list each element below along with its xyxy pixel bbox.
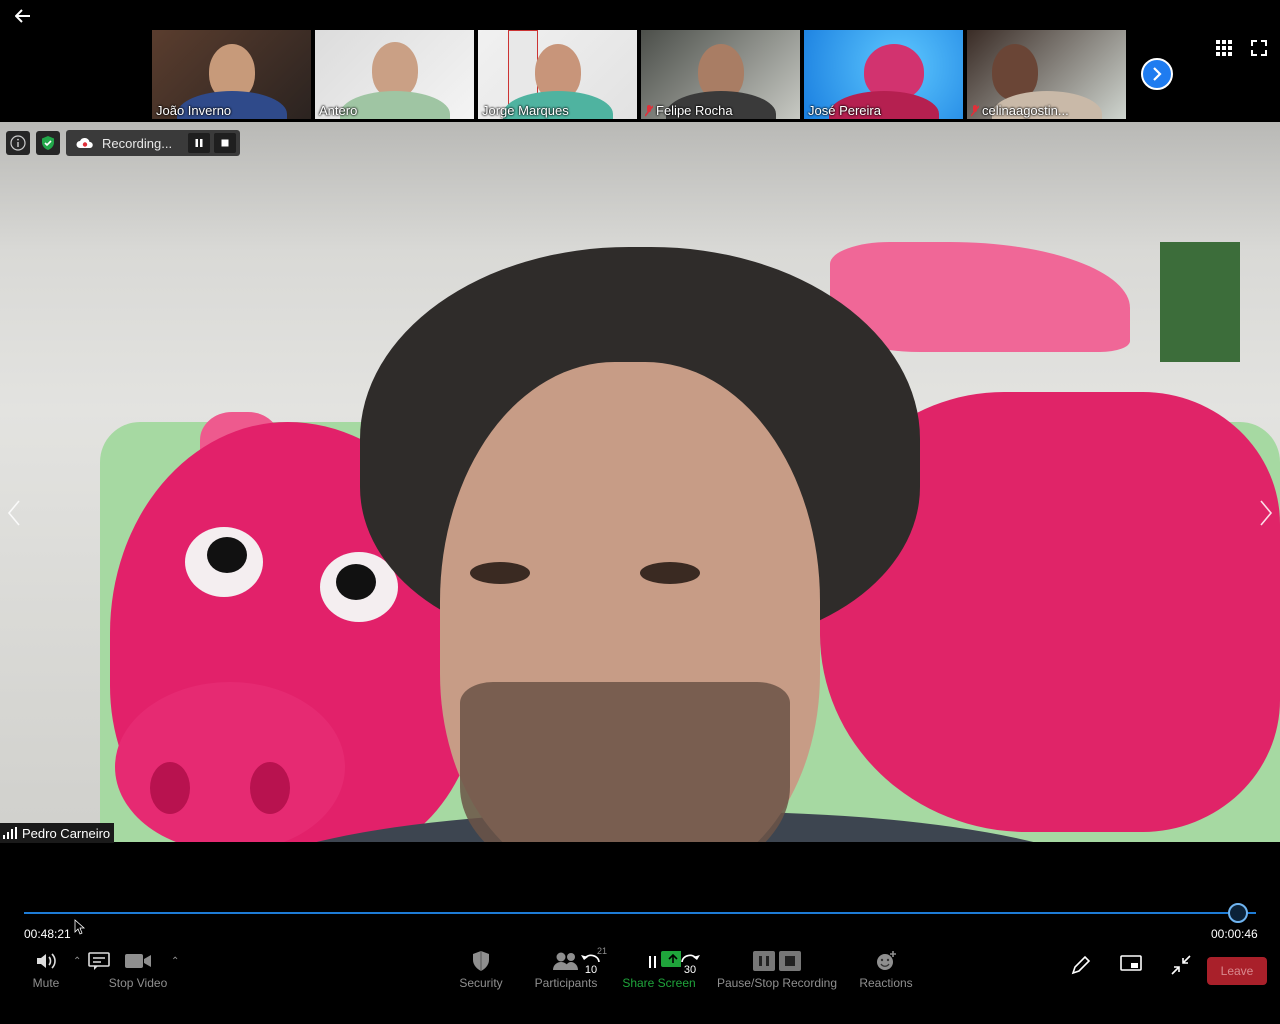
chevron-right-icon [1260, 500, 1273, 526]
reaction-emoji-icon [877, 951, 896, 970]
mouse-cursor-icon [74, 919, 86, 935]
recording-label: Recording... [102, 135, 173, 151]
playback-timeline[interactable] [24, 912, 1256, 914]
stop-video-label: Stop Video [108, 976, 168, 990]
muted-mic-icon [971, 104, 979, 116]
collapse-icon [1171, 955, 1191, 975]
meeting-info-button[interactable] [6, 131, 30, 155]
forward-seconds: 30 [683, 964, 697, 976]
participants-icon [553, 952, 578, 970]
speaker-eye [640, 562, 700, 584]
pause-icon [195, 139, 203, 147]
dragon-eye [185, 527, 263, 597]
back-button[interactable] [8, 4, 38, 28]
security-shield-icon [473, 951, 489, 971]
participant-thumb[interactable]: Antero [315, 30, 474, 119]
mute-button[interactable]: Mute [28, 946, 64, 998]
video-options-caret-icon[interactable]: ⌃ [171, 956, 179, 967]
security-label: Security [459, 976, 503, 990]
fullscreen-icon[interactable] [1251, 40, 1267, 56]
arrow-left-icon [15, 9, 30, 23]
info-icon [10, 135, 26, 151]
gallery-view-icon[interactable] [1216, 40, 1232, 56]
share-screen-icon [649, 951, 681, 968]
participant-name: João Inverno [156, 103, 232, 118]
recording-status: Recording... [66, 130, 240, 156]
background-bottle [1160, 242, 1240, 362]
pause-stop-recording-label: Pause/Stop Recording [716, 976, 838, 990]
security-button[interactable]: Security [456, 946, 506, 998]
timeline-scrubber[interactable] [1228, 903, 1248, 923]
previous-speaker-arrow[interactable] [4, 498, 24, 528]
stop-recording-button[interactable] [214, 133, 236, 153]
participant-thumb[interactable]: celinaagostin... [967, 30, 1126, 119]
recording-bar: Recording... [6, 130, 240, 156]
meeting-toolbar: Mute ⌃ Stop Video ⌃ Security 21 Particip… [0, 946, 1280, 998]
participant-name: José Pereira [808, 103, 881, 118]
mute-label: Mute [32, 976, 60, 990]
stop-icon [221, 139, 229, 147]
participant-name: Jorge Marques [482, 103, 569, 118]
chevron-right-icon [1153, 67, 1162, 81]
speaker-volume-icon [37, 953, 56, 969]
dragon-nostril [250, 762, 290, 814]
top-bar [0, 0, 1280, 30]
chevron-left-icon [7, 500, 20, 526]
signal-strength-icon [3, 827, 17, 839]
exit-fullscreen-button[interactable] [1168, 954, 1194, 1006]
pause-recording-button[interactable] [188, 133, 210, 153]
reactions-button[interactable]: Reactions [858, 946, 914, 998]
active-speaker-name: Pedro Carneiro [22, 825, 111, 841]
picture-in-picture-button[interactable] [1118, 954, 1144, 1006]
participant-thumb[interactable]: João Inverno [152, 30, 311, 119]
forward-button[interactable]: 30 [677, 952, 703, 1004]
shield-check-icon [42, 136, 54, 150]
participant-thumb[interactable]: Jorge Marques [478, 30, 637, 119]
active-speaker-video [0, 122, 1280, 842]
dragon-nostril [150, 762, 190, 814]
annotate-button[interactable] [1068, 954, 1094, 1006]
participant-name: celinaagostin... [982, 103, 1069, 118]
participant-thumb[interactable]: José Pereira [804, 30, 963, 119]
stop-video-button[interactable]: Stop Video [106, 946, 170, 998]
stop-recording-icon [779, 951, 801, 971]
speaker-eye [470, 562, 530, 584]
participant-thumb[interactable]: Felipe Rocha [641, 30, 800, 119]
dragon-snout [115, 682, 345, 842]
next-page-button[interactable] [1141, 58, 1173, 90]
rewind-button[interactable]: 10 [578, 952, 604, 1004]
next-speaker-arrow[interactable] [1256, 498, 1276, 528]
pause-recording-icon [753, 951, 775, 971]
participant-name: Antero [319, 103, 358, 118]
active-speaker-name-tag: Pedro Carneiro [0, 823, 115, 843]
leave-button[interactable]: Leave [1207, 957, 1267, 985]
participant-name: Felipe Rocha [656, 103, 733, 118]
picture-in-picture-icon [1120, 955, 1142, 971]
remaining-time: 00:00:46 [1211, 927, 1258, 941]
pause-stop-recording-button[interactable]: Pause/Stop Recording [716, 946, 838, 998]
cloud-record-icon [76, 137, 93, 148]
video-camera-icon [125, 954, 151, 968]
encryption-status-button[interactable] [36, 131, 60, 155]
rewind-seconds: 10 [584, 964, 598, 976]
reactions-label: Reactions [859, 976, 913, 990]
audio-options-caret-icon[interactable]: ⌃ [73, 956, 81, 967]
muted-mic-icon [645, 104, 653, 116]
elapsed-time: 00:48:21 [24, 927, 71, 941]
speaker-beard [460, 682, 790, 842]
pencil-icon [1071, 955, 1091, 975]
